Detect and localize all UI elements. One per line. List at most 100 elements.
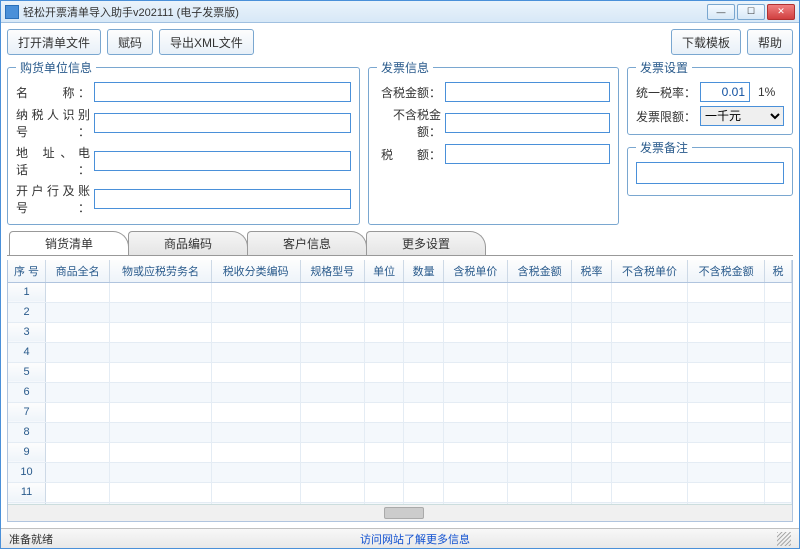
table-row[interactable]: 8 <box>8 422 792 442</box>
cell[interactable] <box>764 442 791 462</box>
cell[interactable] <box>46 302 110 322</box>
cell[interactable] <box>404 422 443 442</box>
cell[interactable] <box>443 422 507 442</box>
cell[interactable] <box>364 462 403 482</box>
excl-tax-input[interactable] <box>445 113 610 133</box>
table-row[interactable]: 3 <box>8 322 792 342</box>
cell[interactable] <box>508 362 572 382</box>
cell[interactable] <box>300 302 364 322</box>
cell[interactable] <box>300 402 364 422</box>
cell[interactable] <box>300 282 364 302</box>
cell[interactable] <box>211 422 300 442</box>
cell[interactable] <box>364 342 403 362</box>
cell[interactable] <box>572 362 611 382</box>
cell[interactable] <box>211 322 300 342</box>
cell[interactable] <box>611 302 688 322</box>
column-header[interactable]: 税收分类编码 <box>211 260 300 282</box>
cell[interactable] <box>611 482 688 502</box>
cell[interactable] <box>364 422 403 442</box>
download-template-button[interactable]: 下载模板 <box>671 29 741 55</box>
cell[interactable] <box>364 302 403 322</box>
column-header[interactable]: 序 号 <box>8 260 46 282</box>
cell[interactable] <box>688 322 765 342</box>
column-header[interactable]: 数量 <box>404 260 443 282</box>
cell[interactable] <box>764 462 791 482</box>
cell[interactable] <box>443 462 507 482</box>
cell[interactable] <box>508 482 572 502</box>
cell[interactable] <box>404 342 443 362</box>
cell[interactable] <box>611 322 688 342</box>
cell[interactable] <box>572 282 611 302</box>
export-xml-button[interactable]: 导出XML文件 <box>159 29 254 55</box>
cell[interactable] <box>611 422 688 442</box>
cell[interactable] <box>688 462 765 482</box>
cell[interactable] <box>572 302 611 322</box>
cell[interactable] <box>300 462 364 482</box>
cell[interactable] <box>300 422 364 442</box>
cell[interactable] <box>572 422 611 442</box>
cell[interactable] <box>211 302 300 322</box>
cell[interactable] <box>572 402 611 422</box>
cell[interactable] <box>404 402 443 422</box>
column-header[interactable]: 规格型号 <box>300 260 364 282</box>
cell[interactable] <box>572 462 611 482</box>
cell[interactable] <box>443 302 507 322</box>
column-header[interactable]: 单位 <box>364 260 403 282</box>
status-link[interactable]: 访问网站了解更多信息 <box>360 531 470 547</box>
cell[interactable] <box>46 482 110 502</box>
cell[interactable] <box>688 482 765 502</box>
cell[interactable] <box>404 462 443 482</box>
tab-3[interactable]: 更多设置 <box>366 231 486 255</box>
cell[interactable] <box>404 382 443 402</box>
column-header[interactable]: 含税金额 <box>508 260 572 282</box>
cell[interactable] <box>46 362 110 382</box>
cell[interactable] <box>211 482 300 502</box>
tab-2[interactable]: 客户信息 <box>247 231 367 255</box>
cell[interactable] <box>508 422 572 442</box>
buyer-addr-input[interactable] <box>94 151 351 171</box>
cell[interactable] <box>404 482 443 502</box>
cell[interactable] <box>443 482 507 502</box>
cell[interactable] <box>364 482 403 502</box>
cell[interactable] <box>404 302 443 322</box>
column-header[interactable]: 税 <box>764 260 791 282</box>
cell[interactable] <box>764 482 791 502</box>
buyer-taxid-input[interactable] <box>94 113 351 133</box>
cell[interactable] <box>46 442 110 462</box>
cell[interactable] <box>300 442 364 462</box>
remark-textarea[interactable] <box>636 162 784 184</box>
cell[interactable] <box>364 362 403 382</box>
cell[interactable] <box>764 302 791 322</box>
cell[interactable] <box>764 382 791 402</box>
cell[interactable] <box>508 302 572 322</box>
cell[interactable] <box>211 362 300 382</box>
column-header[interactable]: 物或应税劳务名 <box>110 260 211 282</box>
rate-input[interactable] <box>700 82 750 102</box>
cell[interactable] <box>110 442 211 462</box>
cell[interactable] <box>688 282 765 302</box>
resize-grip-icon[interactable] <box>777 532 791 546</box>
table-row[interactable]: 1 <box>8 282 792 302</box>
cell[interactable] <box>46 462 110 482</box>
assign-code-button[interactable]: 赋码 <box>107 29 153 55</box>
cell[interactable] <box>688 342 765 362</box>
cell[interactable] <box>364 442 403 462</box>
cell[interactable] <box>300 362 364 382</box>
cell[interactable] <box>508 402 572 422</box>
buyer-bank-input[interactable] <box>94 189 351 209</box>
cell[interactable] <box>364 282 403 302</box>
horizontal-scrollbar[interactable] <box>8 504 792 521</box>
cell[interactable] <box>764 402 791 422</box>
cell[interactable] <box>764 342 791 362</box>
scrollbar-thumb[interactable] <box>384 507 424 519</box>
cell[interactable] <box>508 462 572 482</box>
cell[interactable] <box>211 402 300 422</box>
cell[interactable] <box>300 482 364 502</box>
close-button[interactable]: ✕ <box>767 4 795 20</box>
help-button[interactable]: 帮助 <box>747 29 793 55</box>
cell[interactable] <box>404 362 443 382</box>
tax-amount-input[interactable] <box>445 144 610 164</box>
cell[interactable] <box>364 382 403 402</box>
cell[interactable] <box>572 482 611 502</box>
cell[interactable] <box>572 342 611 362</box>
